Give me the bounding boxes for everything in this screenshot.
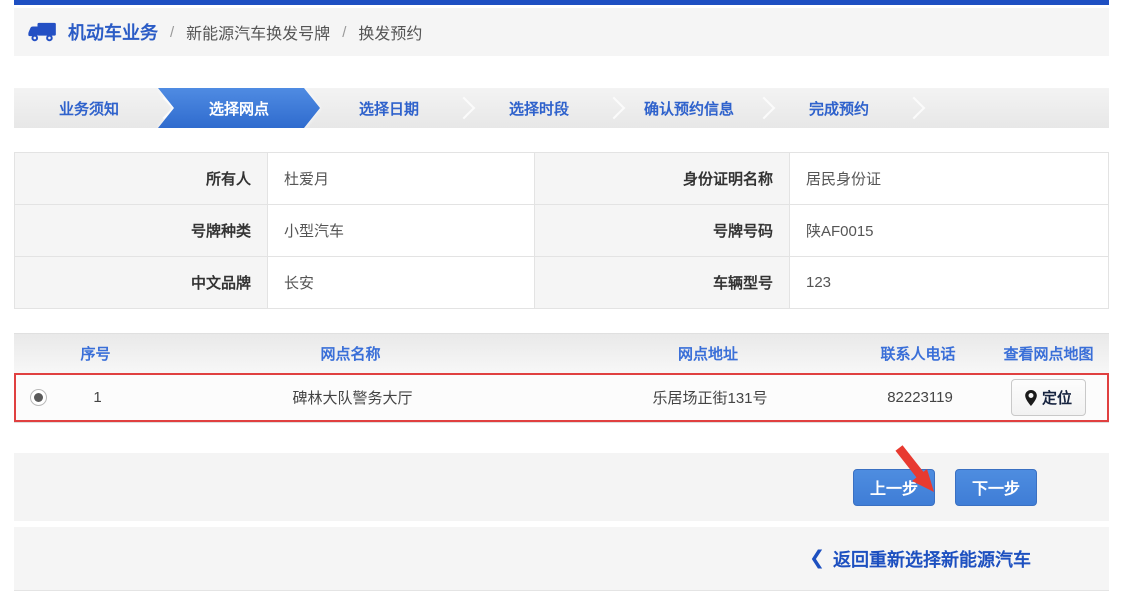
station-phone: 82223119 (850, 389, 990, 406)
truck-icon (28, 21, 58, 43)
step-select-station-wrap: 选择网点 (158, 88, 320, 128)
breadcrumb-separator: / (342, 24, 346, 41)
id-type-value: 居民身份证 (789, 153, 1108, 205)
station-radio[interactable] (30, 389, 47, 406)
brand-label: 中文品牌 (15, 257, 268, 309)
steps-filler (914, 88, 1109, 128)
station-address: 乐居场正街131号 (570, 387, 850, 408)
step-select-time[interactable]: 选择时段 (464, 88, 614, 128)
owner-value: 杜爱月 (268, 153, 535, 205)
id-type-label: 身份证明名称 (534, 153, 789, 205)
map-pin-icon (1025, 390, 1037, 406)
plate-no-label: 号牌号码 (534, 205, 789, 257)
locate-button-label: 定位 (1042, 387, 1072, 408)
back-link-bar: ❮ 返回重新选择新能源汽车 (14, 527, 1109, 591)
plate-type-value: 小型汽车 (268, 205, 535, 257)
step-complete[interactable]: 完成预约 (764, 88, 914, 128)
radio-dot (34, 393, 43, 402)
locate-button[interactable]: 定位 (1011, 379, 1086, 416)
step-notice[interactable]: 业务须知 (14, 88, 164, 128)
breadcrumb-item-current: 换发预约 (358, 20, 422, 44)
model-label: 车辆型号 (534, 257, 789, 309)
back-chevron-icon: ❮ (809, 547, 825, 570)
back-link[interactable]: ❮ 返回重新选择新能源汽车 (809, 546, 1031, 572)
step-label: 完成预约 (809, 98, 869, 119)
next-step-button[interactable]: 下一步 (955, 469, 1037, 506)
plate-type-label: 号牌种类 (15, 205, 268, 257)
vehicle-info-table: 所有人 杜爱月 身份证明名称 居民身份证 号牌种类 小型汽车 号牌号码 陕AF0… (14, 152, 1109, 309)
owner-label: 所有人 (15, 153, 268, 205)
step-label: 选择日期 (359, 98, 419, 119)
top-accent-bar (14, 0, 1109, 5)
step-label: 选择网点 (209, 98, 269, 119)
model-value: 123 (789, 257, 1108, 309)
table-row: 所有人 杜爱月 身份证明名称 居民身份证 (15, 153, 1109, 205)
brand-value: 长安 (268, 257, 535, 309)
station-name: 碑林大队警务大厅 (135, 387, 570, 408)
actions-bar: 上一步 下一步 (14, 453, 1109, 521)
breadcrumb: 机动车业务 / 新能源汽车换发号牌 / 换发预约 (14, 8, 1109, 56)
col-index: 序号 (58, 343, 133, 364)
col-map: 查看网点地图 (988, 343, 1109, 364)
step-label: 确认预约信息 (644, 98, 734, 119)
breadcrumb-section-title[interactable]: 机动车业务 (68, 19, 158, 45)
col-name: 网点名称 (133, 343, 568, 364)
step-progress-bar: 业务须知 选择网点 选择日期 选择时段 确认预约信息 完成预约 (14, 88, 1109, 128)
step-confirm-info[interactable]: 确认预约信息 (614, 88, 764, 128)
station-row-selected[interactable]: 1 碑林大队警务大厅 乐居场正街131号 82223119 定位 (14, 373, 1109, 422)
col-phone: 联系人电话 (848, 343, 988, 364)
back-link-label: 返回重新选择新能源汽车 (833, 546, 1031, 572)
table-row: 中文品牌 长安 车辆型号 123 (15, 257, 1109, 309)
breadcrumb-item-service[interactable]: 新能源汽车换发号牌 (186, 20, 330, 44)
station-index: 1 (60, 389, 135, 406)
step-select-date[interactable]: 选择日期 (314, 88, 464, 128)
step-select-station-active[interactable]: 选择网点 (158, 88, 320, 128)
station-table: 序号 网点名称 网点地址 联系人电话 查看网点地图 1 碑林大队警务大厅 乐居场… (14, 333, 1109, 423)
breadcrumb-separator: / (170, 24, 174, 41)
table-row: 号牌种类 小型汽车 号牌号码 陕AF0015 (15, 205, 1109, 257)
step-label: 选择时段 (509, 98, 569, 119)
station-table-header: 序号 网点名称 网点地址 联系人电话 查看网点地图 (14, 333, 1109, 373)
cursor-arrow-icon (893, 445, 941, 497)
col-address: 网点地址 (568, 343, 848, 364)
step-label: 业务须知 (59, 98, 119, 119)
plate-no-value: 陕AF0015 (789, 205, 1108, 257)
